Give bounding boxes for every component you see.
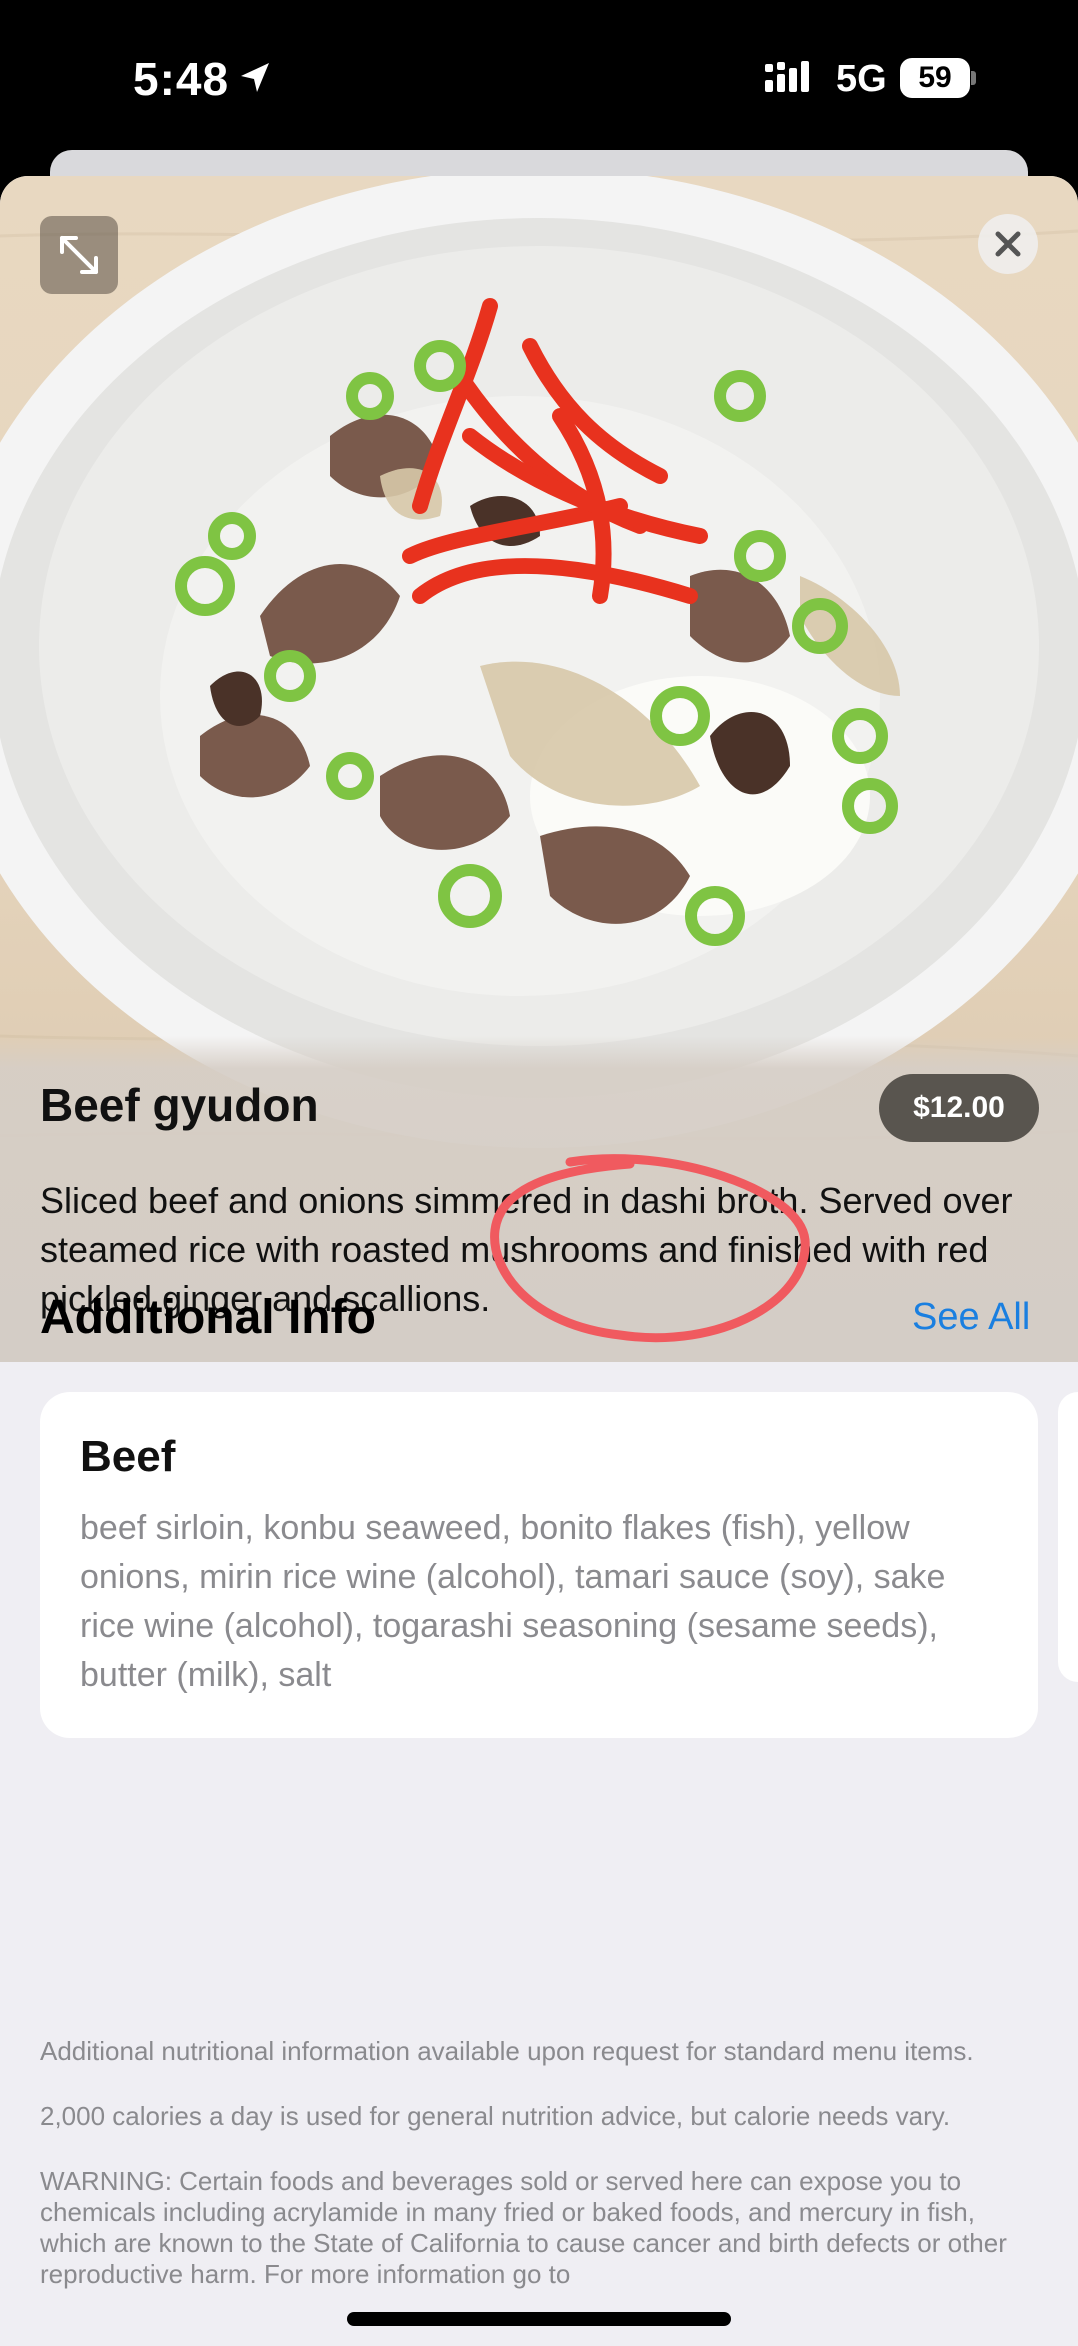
warning-note: WARNING: Certain foods and beverages sol… xyxy=(40,2166,1007,2289)
close-button[interactable] xyxy=(978,214,1038,274)
next-card-peek[interactable] xyxy=(1058,1392,1078,1682)
close-icon xyxy=(995,231,1021,257)
additional-info-title: Additional Info xyxy=(40,1291,376,1344)
food-photo: Beef gyudon $12.00 Sliced beef and onion… xyxy=(0,176,1078,1362)
see-all-link[interactable]: See All xyxy=(912,1296,1030,1339)
location-arrow-icon xyxy=(241,63,269,92)
home-indicator[interactable] xyxy=(347,2312,731,2326)
cellular-signal-icon xyxy=(765,61,809,92)
expand-button[interactable] xyxy=(40,216,118,294)
status-bar: 5:48 5G 59 xyxy=(0,0,1078,150)
calories-note: 2,000 calories a day is used for general… xyxy=(40,2101,951,2131)
expand-icon xyxy=(60,236,98,274)
battery-icon: 59 xyxy=(900,58,976,98)
ingredients-card[interactable]: Beef beef sirloin, konbu seaweed, bonito… xyxy=(40,1392,1038,1738)
screen: 5:48 5G 59 Beef gyudon $12.00 Sliced bee… xyxy=(0,0,1078,2346)
nutrition-note: Additional nutritional information avail… xyxy=(40,2036,974,2066)
battery-level: 59 xyxy=(918,61,952,94)
item-title: Beef gyudon xyxy=(40,1079,319,1131)
disclaimer-notes-block: Additional nutritional information avail… xyxy=(40,2036,1040,2324)
battery-cap xyxy=(971,71,976,85)
status-time: 5:48 xyxy=(133,53,230,105)
item-detail-modal: Beef gyudon $12.00 Sliced beef and onion… xyxy=(0,176,1078,2346)
ingredients-card-title: Beef xyxy=(80,1432,176,1481)
ingredients-list: beef sirloin, konbu seaweed, bonito flak… xyxy=(80,1509,946,1694)
network-type: 5G xyxy=(836,58,887,100)
price-badge: $12.00 xyxy=(879,1074,1039,1142)
